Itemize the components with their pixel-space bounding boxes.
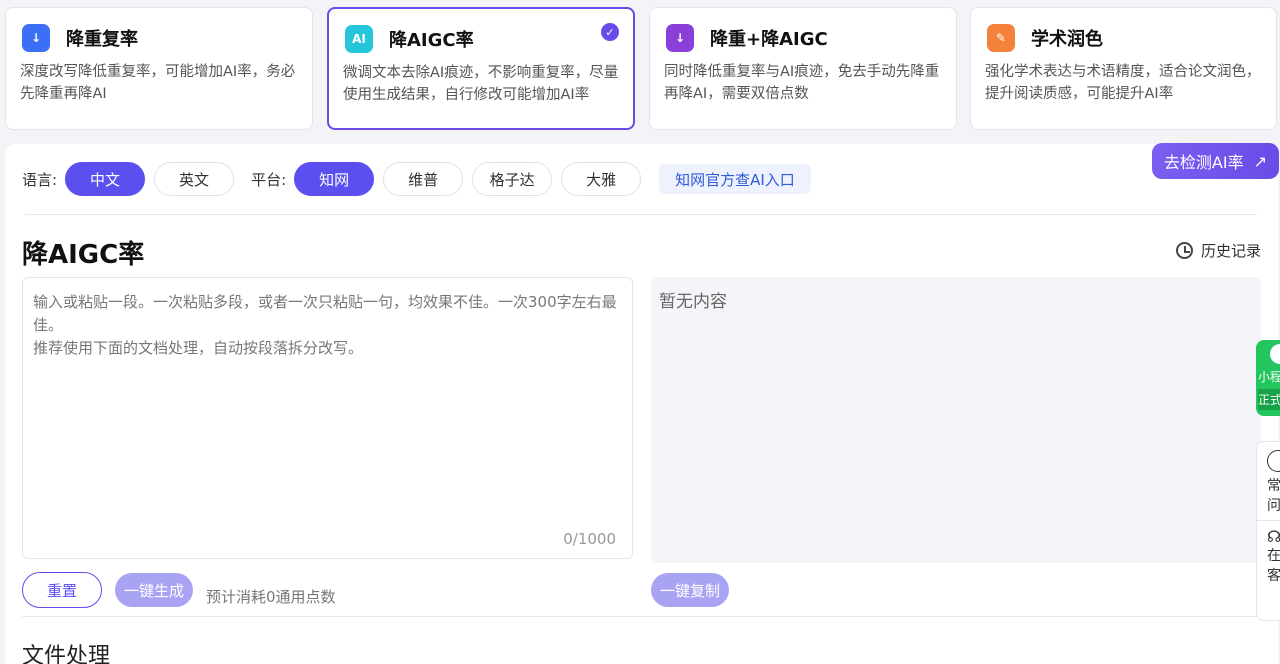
divider [1257,520,1280,521]
ai-document-icon: AI [345,25,373,53]
mini-program-widget[interactable]: 小程 正式 [1256,340,1280,416]
filter-bar: 语言: 中文 英文 平台: 知网 维普 格子达 大雅 知网官方查AI入口 [22,161,811,197]
language-label: 语言: [22,170,58,189]
cost-estimate: 预计消耗0通用点数 [206,587,336,606]
card-title: 降重+降AIGC [710,29,828,50]
copy-button[interactable]: 一键复制 [651,573,729,607]
history-button[interactable]: 历史记录 [1175,240,1261,261]
service-label: 在客 [1267,548,1280,584]
headset-icon: ☊ [1267,527,1280,546]
card-title: 降重复率 [66,29,138,50]
card-desc: 强化学术表达与术语精度，适合论文润色，提升阅读质感，可能提升AI率 [985,64,1261,102]
faq-label: 常问 [1267,478,1280,514]
mini-program-tag: 正式 [1258,389,1280,410]
language-chinese[interactable]: 中文 [65,162,146,196]
mode-card-dedup[interactable]: ↓ 降重复率 深度改写降低重复率，可能增加AI率，务必先降重再降AI [5,7,313,130]
arrow-up-right-icon: ↗ [1253,151,1267,171]
clock-icon [1175,242,1193,259]
text-input[interactable]: 输入或粘贴一段。一次粘贴多段，或者一次只粘贴一句，均效果不佳。一次300字左右最… [22,277,633,559]
detect-ai-button[interactable]: 去检测AI率 ↗ [1151,143,1279,179]
detect-ai-label: 去检测AI率 [1163,153,1244,172]
side-toolbar: 常问 ☊ 在客 [1256,441,1280,621]
reset-button[interactable]: 重置 [22,572,102,608]
action-bar: 重置 一键生成 预计消耗0通用点数 [22,572,336,608]
check-icon: ✓ [601,23,619,41]
card-desc: 深度改写降低重复率，可能增加AI率，务必先降重再降AI [20,64,296,102]
mode-cards: ↓ 降重复率 深度改写降低重复率，可能增加AI率，务必先降重再降AI AI 降A… [5,7,1277,130]
output-empty-text: 暂无内容 [659,292,727,312]
mode-card-polish[interactable]: ✎ 学术润色 强化学术表达与术语精度，适合论文润色，提升阅读质感，可能提升AI率 [970,7,1277,130]
document-down-icon: ↓ [22,24,50,52]
platform-gezida[interactable]: 格子达 [472,162,553,196]
divider [22,616,1278,617]
customer-service-button[interactable]: ☊ 在客 [1267,527,1280,586]
page-title: 降AIGC率 [22,240,145,270]
input-placeholder-line1: 输入或粘贴一段。一次粘贴多段，或者一次只粘贴一句，均效果不佳。一次300字左右最… [33,293,617,334]
file-processing-title: 文件处理 [22,644,111,664]
platform-daya[interactable]: 大雅 [561,162,642,196]
faq-button[interactable]: 常问 [1267,450,1280,516]
mini-program-label: 小程 [1258,370,1280,384]
char-counter: 0/1000 [563,530,616,548]
platform-cnki[interactable]: 知网 [294,162,375,196]
main-panel: 语言: 中文 英文 平台: 知网 维普 格子达 大雅 知网官方查AI入口 去检测… [5,143,1279,664]
cnki-official-link[interactable]: 知网官方查AI入口 [659,164,811,194]
card-desc: 微调文本去除AI痕迹，不影响重复率，尽量使用生成结果，自行修改可能增加AI率 [343,65,619,103]
card-title: 降AIGC率 [389,30,474,51]
divider [25,214,1257,215]
combined-document-icon: ↓ [666,24,694,52]
mode-card-aigc[interactable]: AI 降AIGC率 微调文本去除AI痕迹，不影响重复率，尽量使用生成结果，自行修… [327,7,635,130]
input-placeholder-line2: 推荐使用下面的文档处理，自动按段落拆分改写。 [33,339,364,357]
language-english[interactable]: 英文 [154,162,235,196]
history-label: 历史记录 [1200,242,1261,260]
question-icon [1267,450,1280,472]
polish-pen-icon: ✎ [987,24,1015,52]
mini-program-icon [1270,344,1280,364]
card-title: 学术润色 [1031,29,1103,50]
platform-label: 平台: [251,170,287,189]
mode-card-combined[interactable]: ↓ 降重+降AIGC 同时降低重复率与AI痕迹，免去手动先降重再降AI，需要双倍… [649,7,957,130]
output-panel: 暂无内容 [651,277,1261,563]
generate-button[interactable]: 一键生成 [115,573,194,607]
platform-vip[interactable]: 维普 [383,162,464,196]
card-desc: 同时降低重复率与AI痕迹，免去手动先降重再降AI，需要双倍点数 [664,64,940,102]
